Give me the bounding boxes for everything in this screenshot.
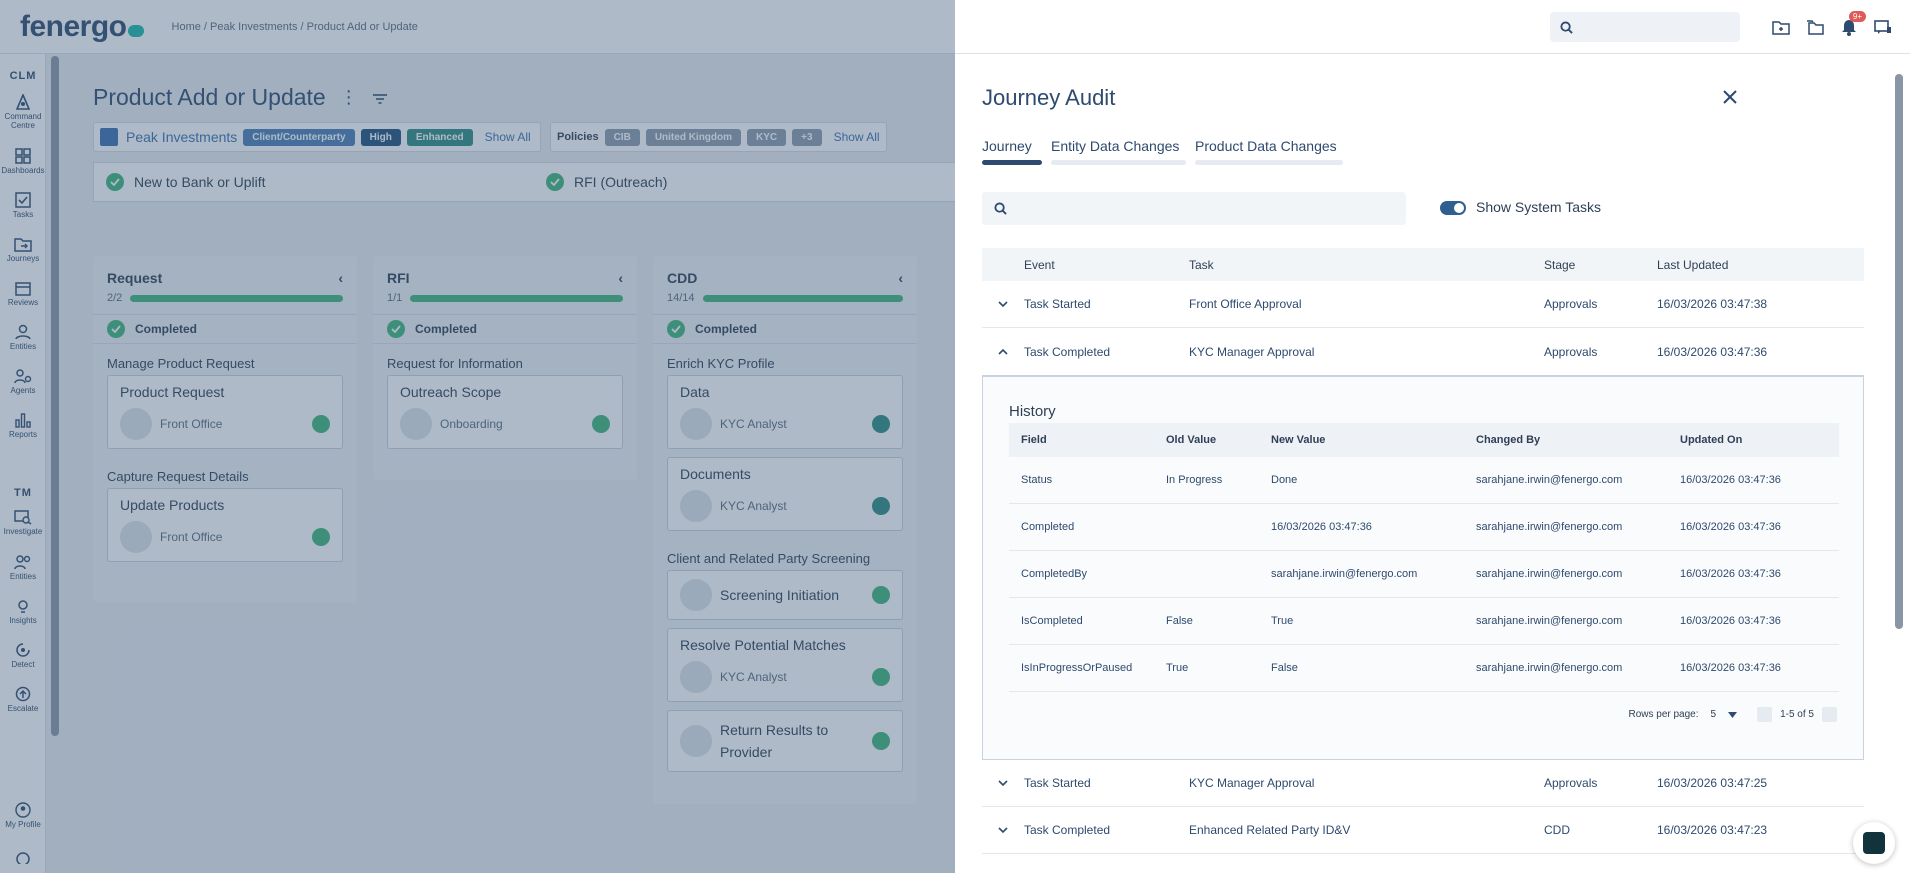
history-table: Field Old Value New Value Changed By Upd…: [1009, 423, 1839, 692]
tab-product-data-changes[interactable]: Product Data Changes: [1195, 138, 1343, 165]
notification-badge: 9+: [1848, 11, 1866, 22]
next-page-button[interactable]: [1822, 707, 1837, 722]
assistant-chat-button[interactable]: [1853, 822, 1895, 864]
folder-add-icon[interactable]: [1764, 10, 1798, 44]
chevron-up-icon[interactable]: [982, 348, 1024, 355]
table-row[interactable]: Task Completed Enhanced Related Party ID…: [982, 807, 1864, 854]
page-range: 1-5 of 5: [1780, 709, 1814, 720]
history-row: IsInProgressOrPaused True False sarahjan…: [1009, 645, 1839, 692]
chevron-down-icon[interactable]: [982, 300, 1024, 308]
messages-icon[interactable]: [1866, 10, 1900, 44]
rows-per-page-select[interactable]: 5: [1711, 709, 1738, 720]
notifications-bell-icon[interactable]: 9+: [1832, 10, 1866, 44]
tab-journey[interactable]: Journey: [982, 138, 1042, 165]
journey-audit-table: Event Task Stage Last Updated Task Start…: [982, 248, 1864, 854]
caret-down-icon: [1728, 711, 1738, 718]
history-title: History: [1009, 403, 1056, 420]
modal-backdrop[interactable]: [0, 0, 955, 873]
table-header: Event Task Stage Last Updated: [982, 248, 1864, 281]
assistant-bot-icon: [1863, 832, 1885, 854]
drawer-tabs: Journey Entity Data Changes Product Data…: [982, 138, 1363, 165]
journey-audit-drawer: Journey Audit Journey Entity Data Change…: [955, 54, 1910, 873]
history-row: Completed 16/03/2026 03:47:36 sarahjane.…: [1009, 504, 1839, 551]
folders-icon[interactable]: [1798, 10, 1832, 44]
close-icon: [1723, 90, 1737, 104]
chevron-down-icon[interactable]: [982, 779, 1024, 787]
audit-search-input[interactable]: [982, 192, 1406, 225]
search-icon: [994, 202, 1007, 215]
history-panel: History Field Old Value New Value Change…: [982, 375, 1864, 760]
tab-entity-data-changes[interactable]: Entity Data Changes: [1051, 138, 1186, 165]
previous-page-button[interactable]: [1757, 707, 1773, 722]
history-row: Status In Progress Done sarahjane.irwin@…: [1009, 457, 1839, 504]
table-row-expanded[interactable]: Task Completed KYC Manager Approval Appr…: [982, 328, 1864, 375]
history-row: CompletedBy sarahjane.irwin@fenergo.com …: [1009, 551, 1839, 598]
table-row[interactable]: Task Started Front Office Approval Appro…: [982, 281, 1864, 328]
chevron-down-icon[interactable]: [982, 826, 1024, 834]
show-system-tasks-label: Show System Tasks: [1476, 199, 1602, 215]
global-search-input[interactable]: [1550, 12, 1740, 42]
history-header: Field Old Value New Value Changed By Upd…: [1009, 423, 1839, 457]
rows-per-page-label: Rows per page:: [1628, 709, 1699, 720]
close-button[interactable]: [1715, 82, 1745, 112]
show-system-tasks-toggle[interactable]: [1440, 201, 1466, 215]
drawer-title: Journey Audit: [982, 85, 1116, 110]
history-pagination: Rows per page: 5 1-5 of 5: [1628, 707, 1837, 722]
history-row: IsCompleted False True sarahjane.irwin@f…: [1009, 598, 1839, 645]
search-icon: [1560, 20, 1573, 34]
drawer-scrollbar[interactable]: [1895, 74, 1903, 629]
table-row[interactable]: Task Started KYC Manager Approval Approv…: [982, 760, 1864, 807]
